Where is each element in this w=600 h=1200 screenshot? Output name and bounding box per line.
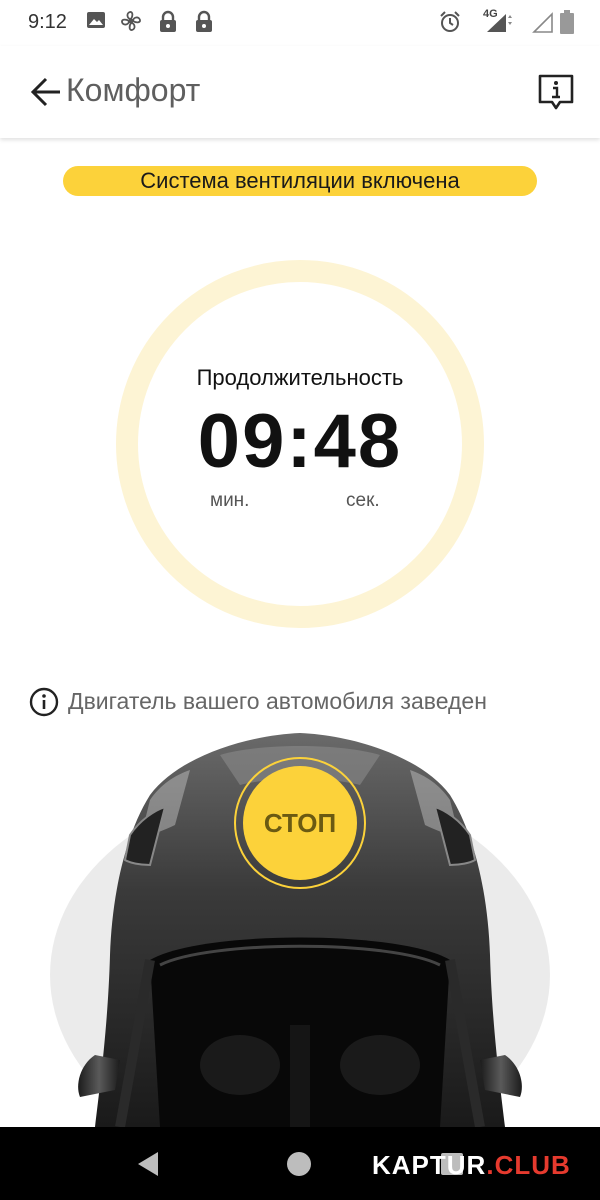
duration-label: Продолжительность: [196, 365, 404, 390]
seconds-unit-label: сек.: [346, 490, 380, 511]
stop-button-label: СТОП: [243, 766, 357, 880]
signal-icon: [487, 14, 512, 32]
timer-minutes: 09: [197, 399, 287, 484]
lock-icon: [160, 10, 176, 32]
timer-display: 09:48: [0, 398, 600, 485]
page-title: Комфорт: [66, 72, 201, 108]
status-bar: 9:12 4G: [0, 0, 600, 46]
app-header: Комфорт: [0, 46, 600, 138]
watermark: KAPTUR.CLUB: [372, 1150, 571, 1181]
watermark-main: KAPTUR: [372, 1150, 487, 1180]
system-nav-bar: KAPTUR.CLUB: [0, 1127, 600, 1200]
engine-status-message: Двигатель вашего автомобиля заведен: [28, 686, 487, 718]
arrow-left-icon[interactable]: [28, 74, 68, 110]
minutes-unit-label: мин.: [210, 490, 250, 511]
engine-status-text: Двигатель вашего автомобиля заведен: [68, 688, 487, 714]
timer-separator: :: [286, 399, 314, 484]
nav-back-icon[interactable]: [134, 1149, 162, 1179]
info-bubble-icon[interactable]: [536, 72, 576, 112]
nav-home-icon[interactable]: [286, 1151, 312, 1177]
image-icon: [87, 12, 105, 28]
signal-empty-icon: [532, 12, 553, 33]
status-time: 9:12: [28, 11, 67, 33]
timer-seconds: 48: [313, 399, 403, 484]
alarm-icon: [440, 11, 460, 32]
watermark-accent: .CLUB: [486, 1150, 571, 1180]
fan-icon: [121, 11, 141, 31]
info-circle-icon: [29, 687, 59, 717]
lock-icon: [196, 10, 212, 32]
battery-icon: [560, 10, 574, 34]
status-banner: Система вентиляции включена: [63, 166, 537, 196]
stop-button[interactable]: СТОП: [234, 757, 366, 889]
